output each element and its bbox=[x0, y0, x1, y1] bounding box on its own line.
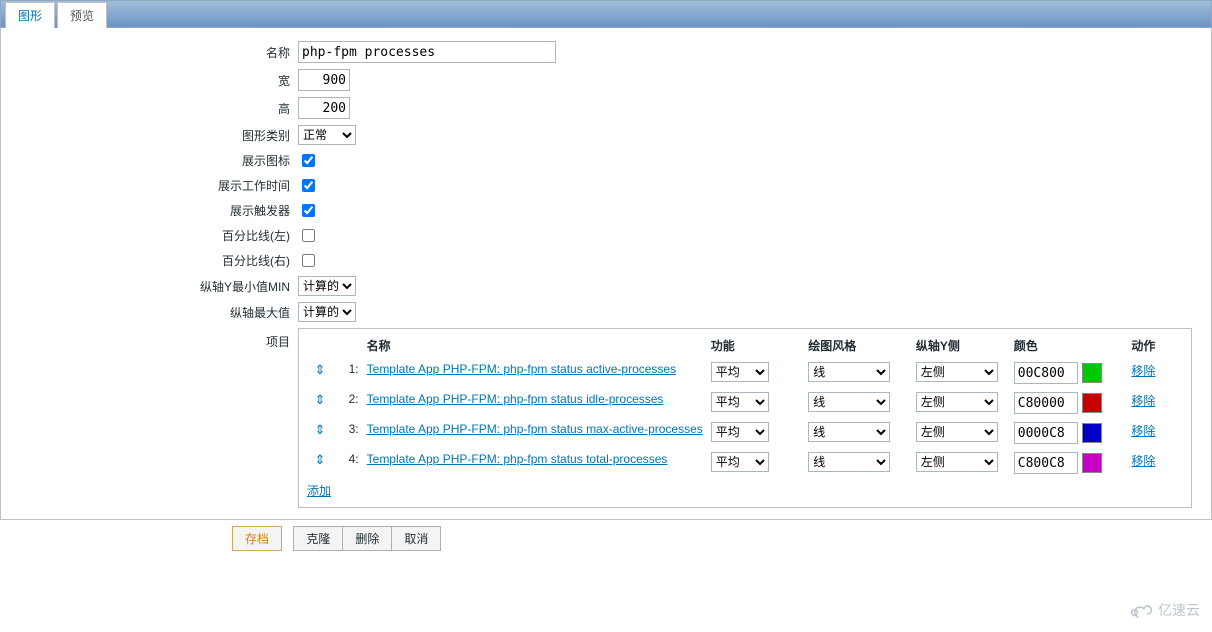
color-swatch[interactable] bbox=[1082, 393, 1102, 413]
show-legend-checkbox[interactable] bbox=[302, 154, 315, 167]
label-show-working-time: 展示工作时间 bbox=[11, 173, 294, 198]
item-yaxis-select[interactable]: 左侧 bbox=[916, 452, 998, 472]
item-drawstyle-select[interactable]: 线 bbox=[808, 392, 890, 412]
percentile-right-checkbox[interactable] bbox=[302, 254, 315, 267]
label-percentile-left: 百分比线(左) bbox=[11, 223, 294, 248]
item-color-input[interactable] bbox=[1014, 362, 1078, 384]
items-header-color: 颜色 bbox=[1010, 333, 1128, 358]
item-row: ⇕ 1: Template App PHP-FPM: php-fpm status … bbox=[305, 358, 1185, 388]
label-height: 高 bbox=[11, 94, 294, 122]
yaxis-max-select[interactable]: 计算的 bbox=[298, 302, 356, 322]
item-row: ⇕ 4: Template App PHP-FPM: php-fpm status … bbox=[305, 448, 1185, 478]
add-item-link[interactable]: 添加 bbox=[307, 484, 331, 498]
brand-logo: 亿速云 bbox=[1128, 600, 1200, 620]
item-row: ⇕ 2: Template App PHP-FPM: php-fpm status … bbox=[305, 388, 1185, 418]
graph-type-select[interactable]: 正常 bbox=[298, 125, 356, 145]
item-row: ⇕ 3: Template App PHP-FPM: php-fpm status … bbox=[305, 418, 1185, 448]
button-row: 存档 克隆 删除 取消 bbox=[0, 520, 1212, 551]
item-color-input[interactable] bbox=[1014, 392, 1078, 414]
clone-button[interactable]: 克隆 bbox=[293, 526, 343, 551]
label-yaxis-min: 纵轴Y最小值MIN bbox=[11, 273, 294, 299]
tab-graph[interactable]: 图形 bbox=[5, 2, 55, 28]
item-remove-link[interactable]: 移除 bbox=[1131, 394, 1155, 408]
items-box: 名称 功能 绘图风格 纵轴Y侧 颜色 动作 ⇕ 1: Template App PH… bbox=[298, 328, 1192, 508]
item-drawstyle-select[interactable]: 线 bbox=[808, 422, 890, 442]
item-function-select[interactable]: 平均 bbox=[711, 362, 769, 382]
tab-bar: 图形 预览 bbox=[0, 0, 1212, 28]
height-input[interactable] bbox=[298, 97, 350, 119]
label-items: 项目 bbox=[11, 325, 294, 511]
items-header-action: 动作 bbox=[1127, 333, 1185, 358]
items-header-yaxis: 纵轴Y侧 bbox=[912, 333, 1010, 358]
graph-form: 名称 宽 高 图形类别 正常 展示图标 展示工作时间 展示触发器 百分比线(左) bbox=[11, 38, 1196, 511]
label-name: 名称 bbox=[11, 38, 294, 66]
item-name-link[interactable]: Template App PHP-FPM: php-fpm status idl… bbox=[367, 392, 664, 406]
delete-button[interactable]: 删除 bbox=[343, 526, 392, 551]
label-show-triggers: 展示触发器 bbox=[11, 198, 294, 223]
item-remove-link[interactable]: 移除 bbox=[1131, 454, 1155, 468]
item-yaxis-select[interactable]: 左侧 bbox=[916, 392, 998, 412]
item-yaxis-select[interactable]: 左侧 bbox=[916, 422, 998, 442]
label-width: 宽 bbox=[11, 66, 294, 94]
cloud-icon bbox=[1128, 601, 1154, 619]
color-swatch[interactable] bbox=[1082, 423, 1102, 443]
items-header-function: 功能 bbox=[707, 333, 804, 358]
width-input[interactable] bbox=[298, 69, 350, 91]
tab-preview[interactable]: 预览 bbox=[57, 2, 107, 28]
drag-handle-icon[interactable]: ⇕ bbox=[314, 392, 325, 408]
item-color-input[interactable] bbox=[1014, 452, 1078, 474]
drag-handle-icon[interactable]: ⇕ bbox=[314, 452, 325, 468]
item-function-select[interactable]: 平均 bbox=[711, 422, 769, 442]
drag-handle-icon[interactable]: ⇕ bbox=[314, 422, 325, 438]
item-index: 2: bbox=[335, 388, 363, 418]
cancel-button[interactable]: 取消 bbox=[392, 526, 441, 551]
yaxis-min-select[interactable]: 计算的 bbox=[298, 276, 356, 296]
save-button[interactable]: 存档 bbox=[232, 526, 282, 551]
item-name-link[interactable]: Template App PHP-FPM: php-fpm status act… bbox=[367, 362, 676, 376]
item-remove-link[interactable]: 移除 bbox=[1131, 364, 1155, 378]
item-drawstyle-select[interactable]: 线 bbox=[808, 452, 890, 472]
items-header-name: 名称 bbox=[363, 333, 707, 358]
color-swatch[interactable] bbox=[1082, 363, 1102, 383]
brand-text: 亿速云 bbox=[1158, 600, 1200, 620]
item-name-link[interactable]: Template App PHP-FPM: php-fpm status tot… bbox=[367, 452, 668, 466]
show-working-time-checkbox[interactable] bbox=[302, 179, 315, 192]
item-remove-link[interactable]: 移除 bbox=[1131, 424, 1155, 438]
item-index: 4: bbox=[335, 448, 363, 478]
item-yaxis-select[interactable]: 左侧 bbox=[916, 362, 998, 382]
item-index: 1: bbox=[335, 358, 363, 388]
items-header-draw-style: 绘图风格 bbox=[804, 333, 912, 358]
label-show-legend: 展示图标 bbox=[11, 148, 294, 173]
percentile-left-checkbox[interactable] bbox=[302, 229, 315, 242]
drag-handle-icon[interactable]: ⇕ bbox=[314, 362, 325, 378]
name-input[interactable] bbox=[298, 41, 556, 63]
label-percentile-right: 百分比线(右) bbox=[11, 248, 294, 273]
label-yaxis-max: 纵轴最大值 bbox=[11, 299, 294, 325]
item-index: 3: bbox=[335, 418, 363, 448]
item-name-link[interactable]: Template App PHP-FPM: php-fpm status max… bbox=[367, 422, 703, 436]
item-function-select[interactable]: 平均 bbox=[711, 452, 769, 472]
color-swatch[interactable] bbox=[1082, 453, 1102, 473]
items-header-row: 名称 功能 绘图风格 纵轴Y侧 颜色 动作 bbox=[305, 333, 1185, 358]
item-drawstyle-select[interactable]: 线 bbox=[808, 362, 890, 382]
show-triggers-checkbox[interactable] bbox=[302, 204, 315, 217]
item-color-input[interactable] bbox=[1014, 422, 1078, 444]
item-function-select[interactable]: 平均 bbox=[711, 392, 769, 412]
label-graph-type: 图形类别 bbox=[11, 122, 294, 148]
